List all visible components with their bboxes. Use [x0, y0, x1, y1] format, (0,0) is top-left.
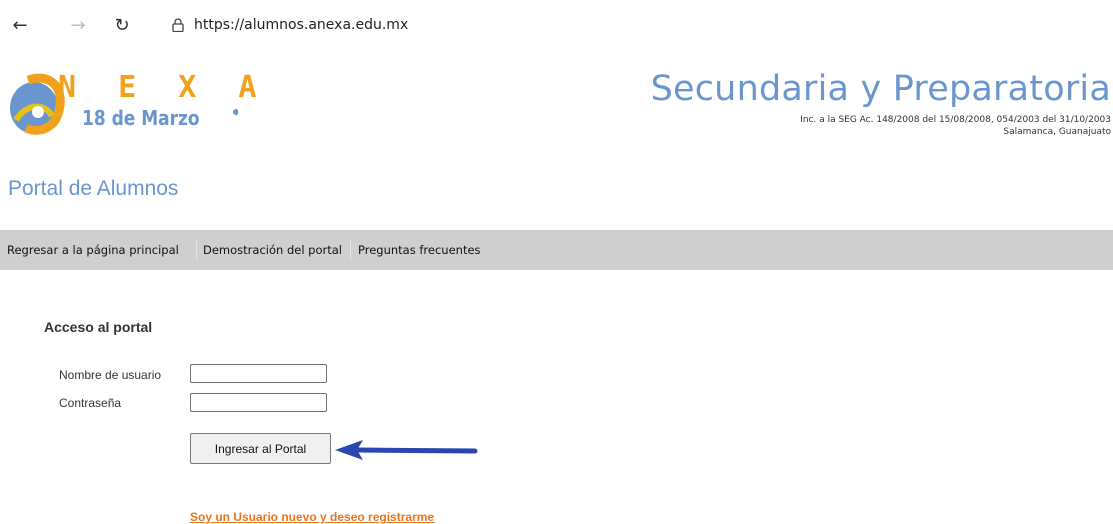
location-text: Salamanca, Guanajuato [1003, 127, 1111, 137]
browser-toolbar: ← → ↻ https://alumnos.anexa.edu.mx [0, 0, 1113, 52]
lock-icon [172, 18, 184, 32]
url-text[interactable]: https://alumnos.anexa.edu.mx [194, 17, 408, 33]
password-field[interactable] [190, 393, 327, 412]
menu-item-faq[interactable]: Preguntas frecuentes [358, 230, 481, 270]
reload-icon[interactable]: ↻ [109, 14, 135, 38]
site-title: Secundaria y Preparatoria [650, 69, 1111, 109]
menu-divider [196, 240, 197, 260]
login-button[interactable]: Ingresar al Portal [190, 433, 331, 464]
logo-letters: N E X A [58, 70, 269, 105]
accreditation-info: Inc. a la SEG Ac. 148/2008 del 15/08/200… [800, 114, 1111, 138]
menu-divider [350, 240, 351, 260]
page-title: Portal de Alumnos [8, 177, 179, 200]
back-icon[interactable]: ← [7, 14, 33, 38]
accreditation-text: Inc. a la SEG Ac. 148/2008 del 15/08/200… [800, 115, 1111, 125]
password-label: Contraseña [59, 396, 122, 410]
arrow-pointer-icon [335, 440, 478, 460]
username-field[interactable] [190, 364, 327, 383]
main-menu: Regresar a la página principal Demostrac… [0, 230, 1113, 270]
username-label: Nombre de usuario [59, 368, 162, 382]
logo-subtitle: 18 de Marzo [82, 106, 200, 130]
address-bar[interactable]: https://alumnos.anexa.edu.mx [150, 10, 1113, 42]
menu-item-home[interactable]: Regresar a la página principal [7, 230, 179, 270]
login-section-title: Acceso al portal [44, 319, 153, 335]
forward-icon[interactable]: → [65, 14, 91, 38]
menu-item-demo[interactable]: Demostración del portal [203, 230, 342, 270]
anexa-logo[interactable]: N E X A 18 de Marzo [8, 68, 256, 138]
